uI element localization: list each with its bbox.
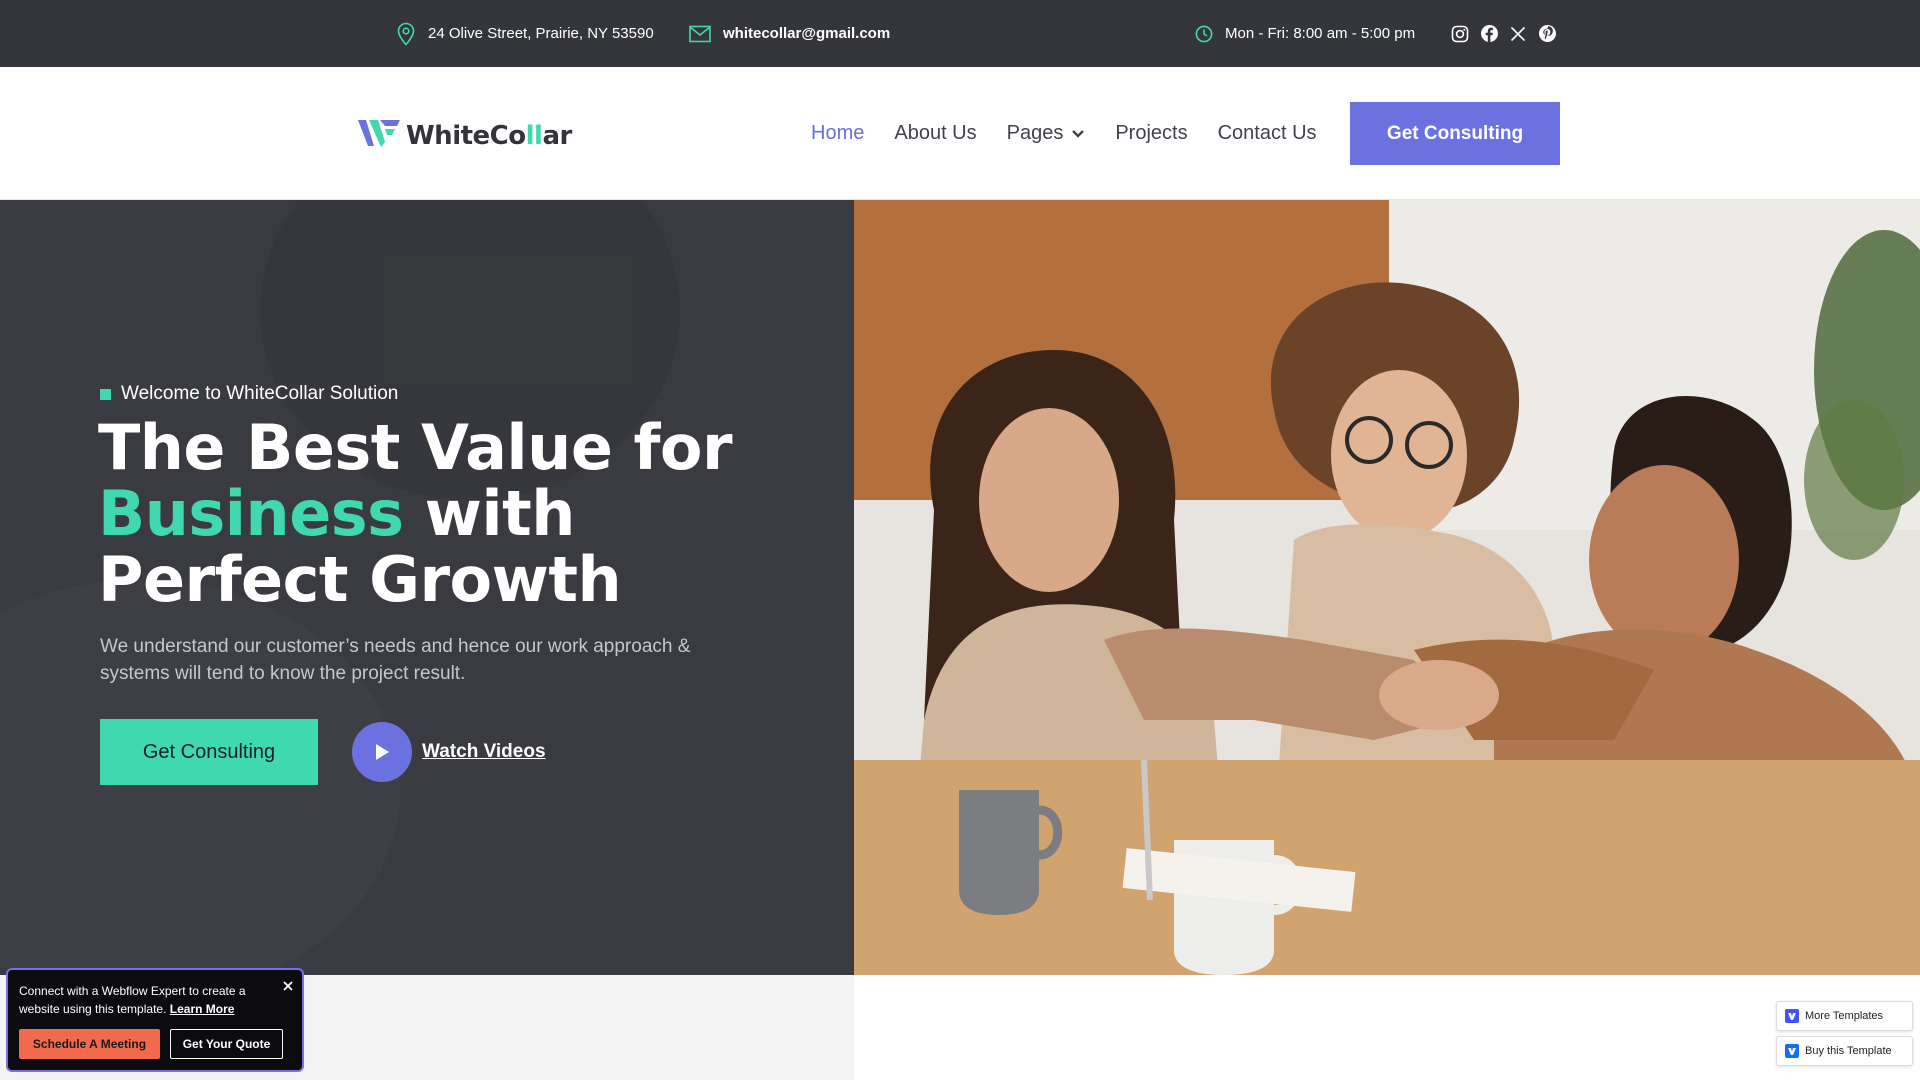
learn-more-link[interactable]: Learn More (170, 1002, 235, 1016)
location-pin-icon (396, 22, 416, 46)
facebook-icon[interactable] (1479, 24, 1499, 44)
webflow-icon (1785, 1044, 1799, 1058)
webflow-icon (1785, 1009, 1799, 1023)
logo-mark-icon (358, 117, 402, 154)
nav-item-projects[interactable]: Projects (1115, 122, 1187, 145)
nav-item-about-us[interactable]: About Us (894, 122, 976, 145)
nav-item-home[interactable]: Home (811, 122, 864, 145)
pinterest-icon[interactable] (1537, 24, 1557, 44)
nav-item-pages[interactable]: Pages (1007, 122, 1086, 145)
more-templates-button[interactable]: More Templates (1776, 1001, 1913, 1031)
watch-videos-link[interactable]: Watch Videos (352, 722, 546, 782)
buy-template-button[interactable]: Buy this Template (1776, 1036, 1913, 1066)
handshake-meeting-photo (854, 200, 1920, 975)
address-text: 24 Olive Street, Prairie, NY 53590 (428, 25, 654, 42)
header-get-consulting-button[interactable]: Get Consulting (1350, 102, 1560, 165)
social-links (1450, 0, 1557, 67)
webflow-expert-popup: Connect with a Webflow Expert to create … (6, 968, 304, 1072)
envelope-icon (689, 25, 711, 43)
hero-eyebrow-text: Welcome to WhiteCollar Solution (121, 383, 399, 404)
instagram-icon[interactable] (1450, 24, 1470, 44)
headline-accent: Business (98, 477, 404, 550)
watch-videos-label[interactable]: Watch Videos (422, 741, 546, 763)
email-item[interactable]: whitecollar@gmail.com (689, 0, 890, 67)
main-nav: Home About Us Pages Projects Contact Us (811, 67, 1347, 200)
chevron-down-icon (1071, 122, 1085, 145)
logo-text: WhiteCollar (406, 120, 572, 151)
close-icon[interactable] (280, 978, 296, 994)
hours-text: Mon - Fri: 8:00 am - 5:00 pm (1225, 25, 1416, 42)
square-bullet-icon (100, 388, 111, 400)
hero-headline: The Best Value for Business with Perfect… (98, 411, 733, 616)
x-icon[interactable] (1508, 24, 1528, 44)
address-item: 24 Olive Street, Prairie, NY 53590 (396, 0, 654, 67)
hero-eyebrow: Welcome to WhiteCollar Solution (100, 383, 398, 405)
site-header: WhiteCollar Home About Us Pages Projects… (0, 67, 1920, 200)
hero-image (854, 200, 1920, 975)
hero-get-consulting-button[interactable]: Get Consulting (100, 719, 318, 785)
popup-message: Connect with a Webflow Expert to create … (19, 984, 246, 1016)
email-link[interactable]: whitecollar@gmail.com (723, 25, 890, 42)
below-hero-right (854, 975, 1920, 1080)
nav-item-contact-us[interactable]: Contact Us (1218, 122, 1317, 145)
logo[interactable]: WhiteCollar (358, 117, 572, 154)
top-info-bar: 24 Olive Street, Prairie, NY 53590 white… (0, 0, 1920, 67)
schedule-meeting-button[interactable]: Schedule A Meeting (19, 1029, 160, 1059)
hours-item: Mon - Fri: 8:00 am - 5:00 pm (1195, 0, 1415, 67)
hero-text-panel: Welcome to WhiteCollar Solution The Best… (0, 200, 854, 975)
get-quote-button[interactable]: Get Your Quote (170, 1029, 283, 1059)
clock-icon (1195, 25, 1213, 43)
play-icon[interactable] (352, 722, 412, 782)
hero-subtext: We understand our customer’s needs and h… (100, 636, 691, 684)
